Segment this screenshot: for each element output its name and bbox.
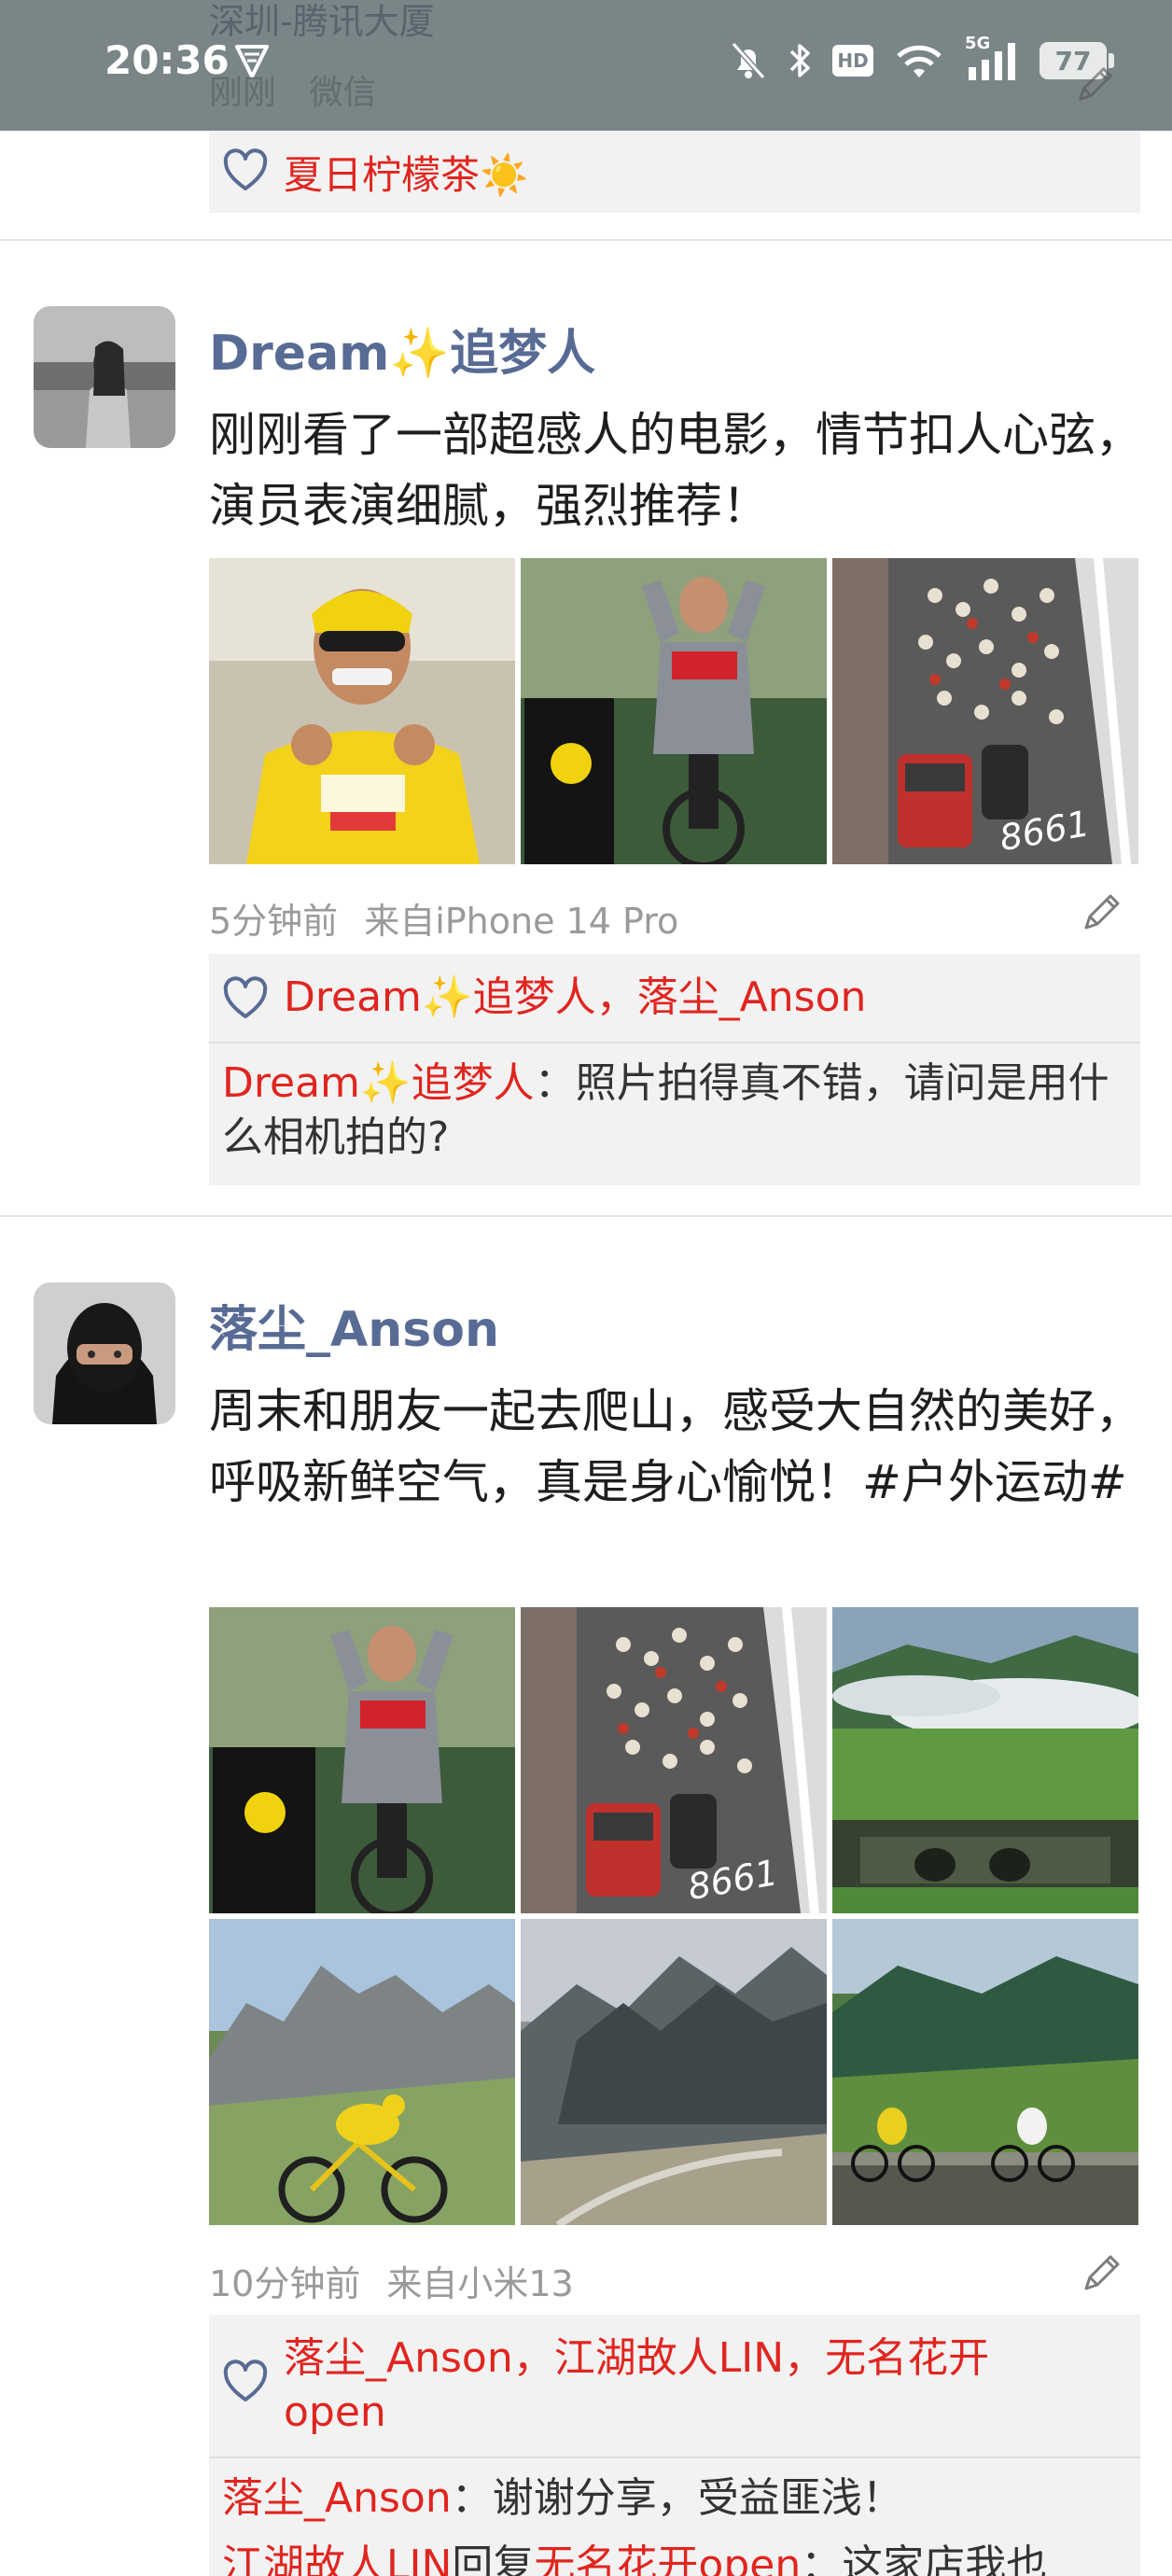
post-image[interactable]: [521, 1919, 827, 2225]
like-separator: ，: [595, 973, 637, 1021]
post-time: 5分钟前: [209, 901, 339, 942]
prev-post-likes: 夏日柠檬茶☀️: [209, 131, 1140, 213]
mute-bell-icon: [731, 42, 766, 79]
like-user-name[interactable]: 落尘_Anson: [284, 2334, 513, 2382]
post-image[interactable]: 8661: [521, 1607, 827, 1913]
post-username[interactable]: 落尘_Anson: [209, 1290, 499, 1360]
like-user-name[interactable]: 江湖故人LIN: [554, 2334, 784, 2382]
heart-icon: [223, 148, 268, 190]
status-bar: 20:36 HD 5G 77: [0, 0, 1172, 131]
post-divider: [0, 1215, 1172, 1217]
like-user-name[interactable]: Dream✨追梦人: [284, 973, 596, 1021]
post-meta: 10分钟前 来自小米13: [209, 2255, 574, 2306]
post-divider: [0, 239, 1172, 241]
hd-icon: HD: [832, 45, 873, 77]
comment-author[interactable]: 江湖故人LIN: [222, 2541, 452, 2576]
comment-text: ：谢谢分享，受益匪浅！: [451, 2474, 903, 2522]
post-source: 来自小米13: [386, 2263, 574, 2304]
post-source: 来自iPhone 14 Pro: [364, 901, 679, 942]
post-username[interactable]: Dream✨追梦人: [209, 314, 595, 384]
bluetooth-icon: [789, 44, 810, 77]
comment-item[interactable]: 江湖故人LIN回复无名花开open：这家店我也: [209, 2526, 1140, 2576]
post-image[interactable]: [209, 558, 515, 864]
post-image[interactable]: [521, 558, 827, 864]
interaction-panel: 落尘_Anson，江湖故人LIN，无名花开open 落尘_Anson：谢谢分享，…: [209, 2315, 1140, 2576]
avatar[interactable]: [34, 1282, 175, 1424]
like-user-name[interactable]: 夏日柠檬茶☀️: [284, 144, 528, 201]
post-image[interactable]: [209, 1919, 515, 2225]
post-image[interactable]: [832, 1919, 1138, 2225]
status-time: 20:36: [105, 37, 230, 83]
image-grid: 8661: [209, 1607, 1138, 2225]
comment-item[interactable]: 落尘_Anson：谢谢分享，受益匪浅！: [209, 2458, 1140, 2526]
avatar[interactable]: [34, 306, 175, 448]
edit-pen-icon[interactable]: [1071, 62, 1118, 108]
post-time: 10分钟前: [209, 2263, 361, 2304]
comment-author[interactable]: Dream✨追梦人: [222, 1059, 535, 1107]
signal-badge-icon: [235, 45, 269, 78]
post-meta: 5分钟前 来自iPhone 14 Pro: [209, 892, 678, 944]
post-image[interactable]: [209, 1607, 515, 1913]
likes-row: 落尘_Anson，江湖故人LIN，无名花开open: [209, 2315, 1140, 2458]
reply-word: 回复: [452, 2541, 535, 2576]
comment-pen-icon[interactable]: [1077, 2249, 1125, 2298]
comment-text: ：这家店我也: [801, 2541, 1048, 2576]
interaction-panel: Dream✨追梦人，落尘_Anson Dream✨追梦人：照片拍得真不错，请问是…: [209, 954, 1140, 1185]
wifi-icon: [897, 45, 942, 77]
like-separator: ，: [784, 2334, 826, 2382]
heart-icon: [223, 2359, 268, 2401]
post-image[interactable]: [832, 1607, 1138, 1913]
post-image[interactable]: 8661: [832, 558, 1138, 864]
comment-item[interactable]: Dream✨追梦人：照片拍得真不错，请问是用什么相机拍的?: [209, 1043, 1140, 1185]
comment-author[interactable]: 落尘_Anson: [222, 2474, 452, 2522]
like-separator: ，: [512, 2334, 554, 2382]
like-user-name[interactable]: 落尘_Anson: [637, 973, 867, 1021]
reply-target[interactable]: 无名花开open: [534, 2541, 801, 2576]
post-content: 刚刚看了一部超感人的电影，情节扣人心弦，演员表演细腻，强烈推荐！: [209, 408, 1142, 533]
5g-signal-icon: 5G: [965, 34, 1019, 82]
likes-row: Dream✨追梦人，落尘_Anson: [209, 954, 1140, 1043]
image-grid: 8661: [209, 558, 1138, 864]
comment-pen-icon[interactable]: [1077, 889, 1125, 937]
post-content: 周末和朋友一起去爬山，感受大自然的美好，呼吸新鲜空气，真是身心愉悦！#户外运动#: [209, 1384, 1142, 1509]
heart-icon: [223, 976, 268, 1018]
